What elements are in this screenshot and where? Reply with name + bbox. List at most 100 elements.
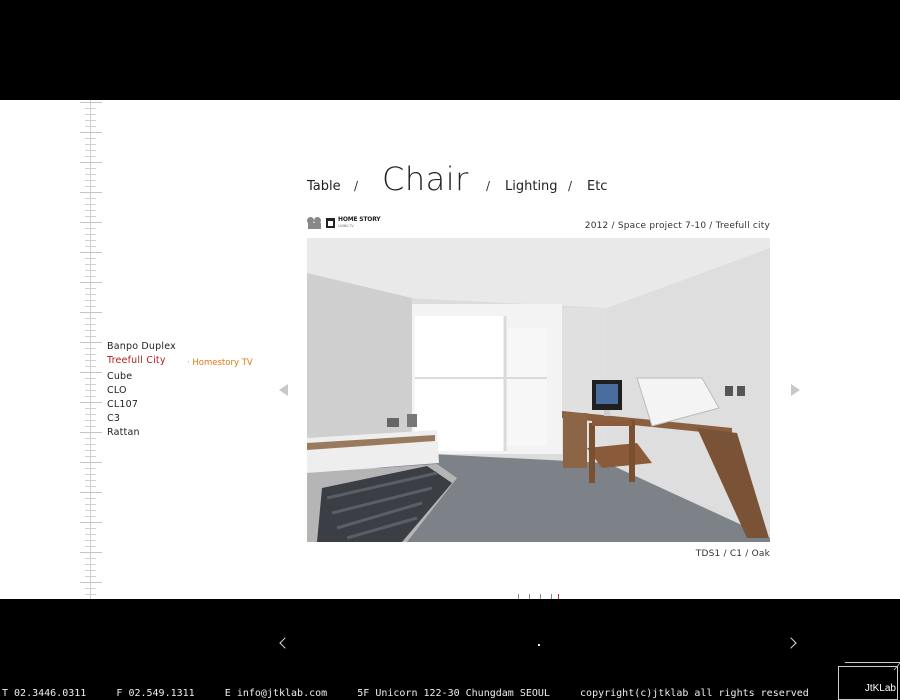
ruler-tick xyxy=(85,510,96,511)
ruler-tick xyxy=(80,462,102,463)
ruler-tick xyxy=(85,576,96,577)
homestory-tv-link[interactable]: · Homestory TV xyxy=(187,358,253,368)
category-chair[interactable]: Chair xyxy=(382,160,469,198)
category-etc[interactable]: Etc xyxy=(587,179,607,194)
ruler-tick xyxy=(80,282,102,283)
ruler-tick xyxy=(85,474,96,475)
category-separator: / xyxy=(354,179,359,193)
ruler-tick xyxy=(85,114,96,115)
ruler-tick xyxy=(85,168,96,169)
ruler-tick xyxy=(85,384,96,385)
ruler-tick xyxy=(85,120,96,121)
ruler-tick xyxy=(85,138,96,139)
ruler-tick xyxy=(85,264,96,265)
jtklab-logo[interactable]: JtKLab xyxy=(838,662,900,700)
ruler-tick xyxy=(85,126,96,127)
category-separator: / xyxy=(568,179,573,193)
top-black-bar xyxy=(0,0,900,100)
project-list: Banpo Duplex Treefull City Cube CLO CL10… xyxy=(107,340,176,440)
project-item-treefull-city[interactable]: Treefull City xyxy=(107,354,176,368)
footer-next-arrow-icon[interactable] xyxy=(785,637,797,649)
ruler-tick xyxy=(85,540,96,541)
ruler-tick xyxy=(85,318,96,319)
ruler-tick xyxy=(85,378,96,379)
ruler-tick xyxy=(85,174,96,175)
ruler-tick xyxy=(85,498,96,499)
ruler-tick xyxy=(85,288,96,289)
project-item-cl107[interactable]: CL107 xyxy=(107,398,176,412)
ruler-tick xyxy=(85,336,96,337)
ruler-tick xyxy=(80,192,102,193)
ruler-tick xyxy=(85,276,96,277)
ruler-tick xyxy=(80,372,102,373)
ruler-tick xyxy=(80,522,102,523)
ruler-tick xyxy=(85,204,96,205)
ruler-tick xyxy=(85,588,96,589)
ruler-tick xyxy=(85,180,96,181)
ruler-tick xyxy=(80,402,102,403)
ruler-tick xyxy=(80,252,102,253)
house-icon xyxy=(326,218,335,228)
footer-contact: T 02.3446.0311 F 02.549.1311 E info@jtkl… xyxy=(2,688,809,699)
ruler-tick xyxy=(85,408,96,409)
ruler-tick xyxy=(85,390,96,391)
ruler-tick xyxy=(80,132,102,133)
ruler-tick xyxy=(85,270,96,271)
ruler-tick xyxy=(85,330,96,331)
ruler-tick xyxy=(85,450,96,451)
photo-next-arrow-icon[interactable] xyxy=(791,384,800,396)
footer-dot-icon xyxy=(538,644,540,646)
ruler-tick xyxy=(85,504,96,505)
project-photo[interactable] xyxy=(307,238,770,542)
project-item-banpo-duplex[interactable]: Banpo Duplex xyxy=(107,340,176,354)
ruler-tick xyxy=(80,342,102,343)
ruler-tick xyxy=(85,516,96,517)
ruler-tick xyxy=(85,300,96,301)
project-item-cube[interactable]: Cube xyxy=(107,370,176,384)
ruler-tick xyxy=(85,306,96,307)
ruler-tick xyxy=(85,258,96,259)
footer-address: 5F Unicorn 122-30 Chungdam SEOUL xyxy=(357,688,550,699)
ruler-tick xyxy=(80,162,102,163)
ruler-tick xyxy=(80,492,102,493)
ruler-tick xyxy=(85,354,96,355)
ruler-tick xyxy=(85,216,96,217)
ruler-tick xyxy=(80,582,102,583)
ruler-tick xyxy=(85,240,96,241)
ruler-tick xyxy=(85,420,96,421)
ruler-tick xyxy=(85,468,96,469)
ruler-tick xyxy=(85,564,96,565)
ruler-tick xyxy=(85,414,96,415)
homestory-sub: LIVING TV xyxy=(338,224,354,228)
ruler-tick xyxy=(85,366,96,367)
bedroom-photo xyxy=(307,238,770,542)
ruler-tick xyxy=(85,426,96,427)
ruler-tick xyxy=(85,360,96,361)
ruler-tick xyxy=(85,456,96,457)
category-table[interactable]: Table xyxy=(307,179,341,194)
ruler-tick xyxy=(85,294,96,295)
jtklab-logo-text: JtKLab xyxy=(864,683,896,694)
ruler-tick xyxy=(85,480,96,481)
ruler-tick xyxy=(85,108,96,109)
ruler-tick xyxy=(85,558,96,559)
ruler-tick xyxy=(80,552,102,553)
ruler-tick xyxy=(80,102,102,103)
ruler-tick xyxy=(85,144,96,145)
project-item-rattan[interactable]: Rattan xyxy=(107,426,176,440)
ruler-tick xyxy=(80,432,102,433)
photo-prev-arrow-icon[interactable] xyxy=(279,384,288,396)
footer-prev-arrow-icon[interactable] xyxy=(279,637,291,649)
category-lighting[interactable]: Lighting xyxy=(505,179,558,194)
ruler-tick xyxy=(85,186,96,187)
ruler-tick xyxy=(85,348,96,349)
footer-email[interactable]: E info@jtklab.com xyxy=(225,688,327,699)
project-item-c3[interactable]: C3 xyxy=(107,412,176,426)
ruler-tick xyxy=(80,312,102,313)
ruler-tick xyxy=(85,546,96,547)
homestory-logo[interactable]: HOME STORY LIVING TV xyxy=(307,215,381,231)
project-item-clo[interactable]: CLO xyxy=(107,384,176,398)
ruler-tick xyxy=(85,438,96,439)
ruler-tick xyxy=(85,396,96,397)
ruler-tick xyxy=(85,198,96,199)
